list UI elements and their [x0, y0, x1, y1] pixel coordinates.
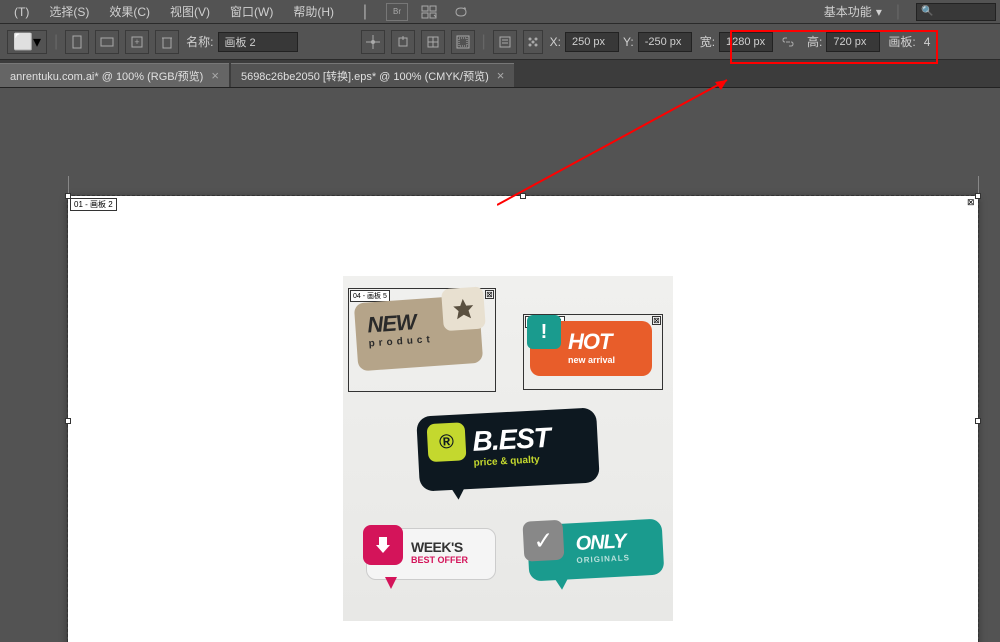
- workspace-label: 基本功能: [824, 3, 872, 20]
- tab-2-title: 5698c26be2050 [转换].eps* @ 100% (CMYK/预览): [241, 68, 489, 84]
- close-icon[interactable]: ×: [497, 68, 505, 83]
- x-label: X:: [550, 35, 561, 49]
- star-icon: [441, 286, 486, 331]
- menu-view[interactable]: 视图(V): [160, 1, 220, 22]
- speech-tail: [554, 577, 569, 590]
- menu-effect[interactable]: 效果(C): [99, 1, 160, 22]
- w-input[interactable]: [719, 32, 773, 52]
- badge-hot-sub: new arrival: [568, 355, 640, 365]
- portrait-btn[interactable]: [65, 30, 89, 54]
- canvas-area[interactable]: 01 - 画板 2 ⊠ 04 - 画板 5 ⊠ 03 - 画板 4 ⊠: [0, 88, 1000, 642]
- menu-t[interactable]: (T): [4, 3, 39, 21]
- divider-icon: |: [482, 33, 486, 51]
- divider-icon: |: [354, 3, 376, 21]
- show-safe-btn[interactable]: [451, 30, 475, 54]
- check-icon: ✓: [522, 520, 564, 562]
- name-label: 名称:: [186, 33, 213, 50]
- search-box[interactable]: 🔍: [916, 3, 996, 21]
- new-artboard-btn[interactable]: +: [125, 30, 149, 54]
- close-icon[interactable]: ⊠: [652, 316, 661, 325]
- close-icon[interactable]: ⊠: [485, 290, 494, 299]
- svg-text:+: +: [135, 37, 140, 47]
- resize-handle[interactable]: [975, 418, 981, 424]
- artboards-label: 画板:: [888, 33, 915, 50]
- tab-1-title: anrentuku.com.ai* @ 100% (RGB/预览): [10, 68, 203, 84]
- badge-only: ONLY ORIGINALS ✓: [528, 522, 663, 578]
- registered-icon: ®: [427, 422, 467, 462]
- menu-help[interactable]: 帮助(H): [283, 1, 344, 22]
- speech-tail: [450, 485, 467, 500]
- h-input[interactable]: [826, 32, 880, 52]
- artboard-label[interactable]: 01 - 画板 2: [70, 198, 117, 211]
- name-input[interactable]: [218, 32, 298, 52]
- reference-point-btn[interactable]: [361, 30, 385, 54]
- sync-icon[interactable]: [450, 3, 472, 21]
- move-copy-btn[interactable]: [391, 30, 415, 54]
- badge-hot: HOT new arrival !: [530, 321, 652, 376]
- menu-bar: (T) 选择(S) 效果(C) 视图(V) 窗口(W) 帮助(H) | Br 基…: [0, 0, 1000, 24]
- w-label: 宽:: [700, 33, 715, 50]
- link-wh-btn[interactable]: [776, 30, 800, 54]
- y-input[interactable]: [638, 32, 692, 52]
- badge-week-text: WEEK'S: [411, 539, 487, 555]
- bridge-icon[interactable]: Br: [386, 3, 408, 21]
- landscape-btn[interactable]: [95, 30, 119, 54]
- arrange-icon[interactable]: [418, 3, 440, 21]
- x-input[interactable]: [565, 32, 619, 52]
- search-icon: 🔍: [921, 6, 933, 17]
- close-icon[interactable]: ×: [211, 68, 219, 83]
- workspace-dropdown[interactable]: 基本功能 ▾: [816, 1, 890, 22]
- badge-new: NEW product: [354, 295, 483, 372]
- resize-handle[interactable]: [65, 193, 71, 199]
- document-tabs: anrentuku.com.ai* @ 100% (RGB/预览) × 5698…: [0, 60, 1000, 88]
- show-cross-btn[interactable]: [421, 30, 445, 54]
- divider-icon: |: [896, 3, 900, 21]
- registration-btn[interactable]: [523, 30, 543, 54]
- resize-handle[interactable]: [975, 193, 981, 199]
- resize-handle[interactable]: [520, 193, 526, 199]
- arrow-down-icon: [363, 525, 403, 565]
- preset-dropdown[interactable]: ⬜▾: [7, 30, 47, 54]
- h-label: 高:: [807, 33, 822, 50]
- speech-tail: [385, 577, 397, 589]
- menu-select[interactable]: 选择(S): [39, 1, 99, 22]
- badge-week-sub: BEST OFFER: [411, 555, 487, 565]
- inner-artboard-5-label: 04 - 画板 5: [350, 290, 390, 302]
- artboards-count: 4: [924, 35, 931, 49]
- artboard-2[interactable]: 01 - 画板 2 ⊠ 04 - 画板 5 ⊠ 03 - 画板 4 ⊠: [68, 196, 978, 642]
- artboard-container: 01 - 画板 2 ⊠ 04 - 画板 5 ⊠ 03 - 画板 4 ⊠: [68, 196, 978, 642]
- resize-handle[interactable]: [65, 418, 71, 424]
- badge-hot-text: HOT: [568, 329, 640, 355]
- divider-icon: |: [54, 33, 58, 51]
- tab-2[interactable]: 5698c26be2050 [转换].eps* @ 100% (CMYK/预览)…: [231, 63, 514, 87]
- options-bar: ⬜▾ | + 名称: | X: Y: 宽: 高: 画板: 4: [0, 24, 1000, 60]
- tab-1[interactable]: anrentuku.com.ai* @ 100% (RGB/预览) ×: [0, 63, 229, 87]
- artboard-options-btn[interactable]: [493, 30, 517, 54]
- delete-artboard-btn[interactable]: [155, 30, 179, 54]
- badge-best: B.EST price & qualty ®: [418, 412, 598, 487]
- y-label: Y:: [623, 35, 634, 49]
- exclamation-icon: !: [527, 315, 561, 349]
- chevron-down-icon: ▾: [876, 5, 882, 19]
- menu-window[interactable]: 窗口(W): [220, 1, 283, 22]
- badge-week: WEEK'S BEST OFFER: [366, 528, 496, 580]
